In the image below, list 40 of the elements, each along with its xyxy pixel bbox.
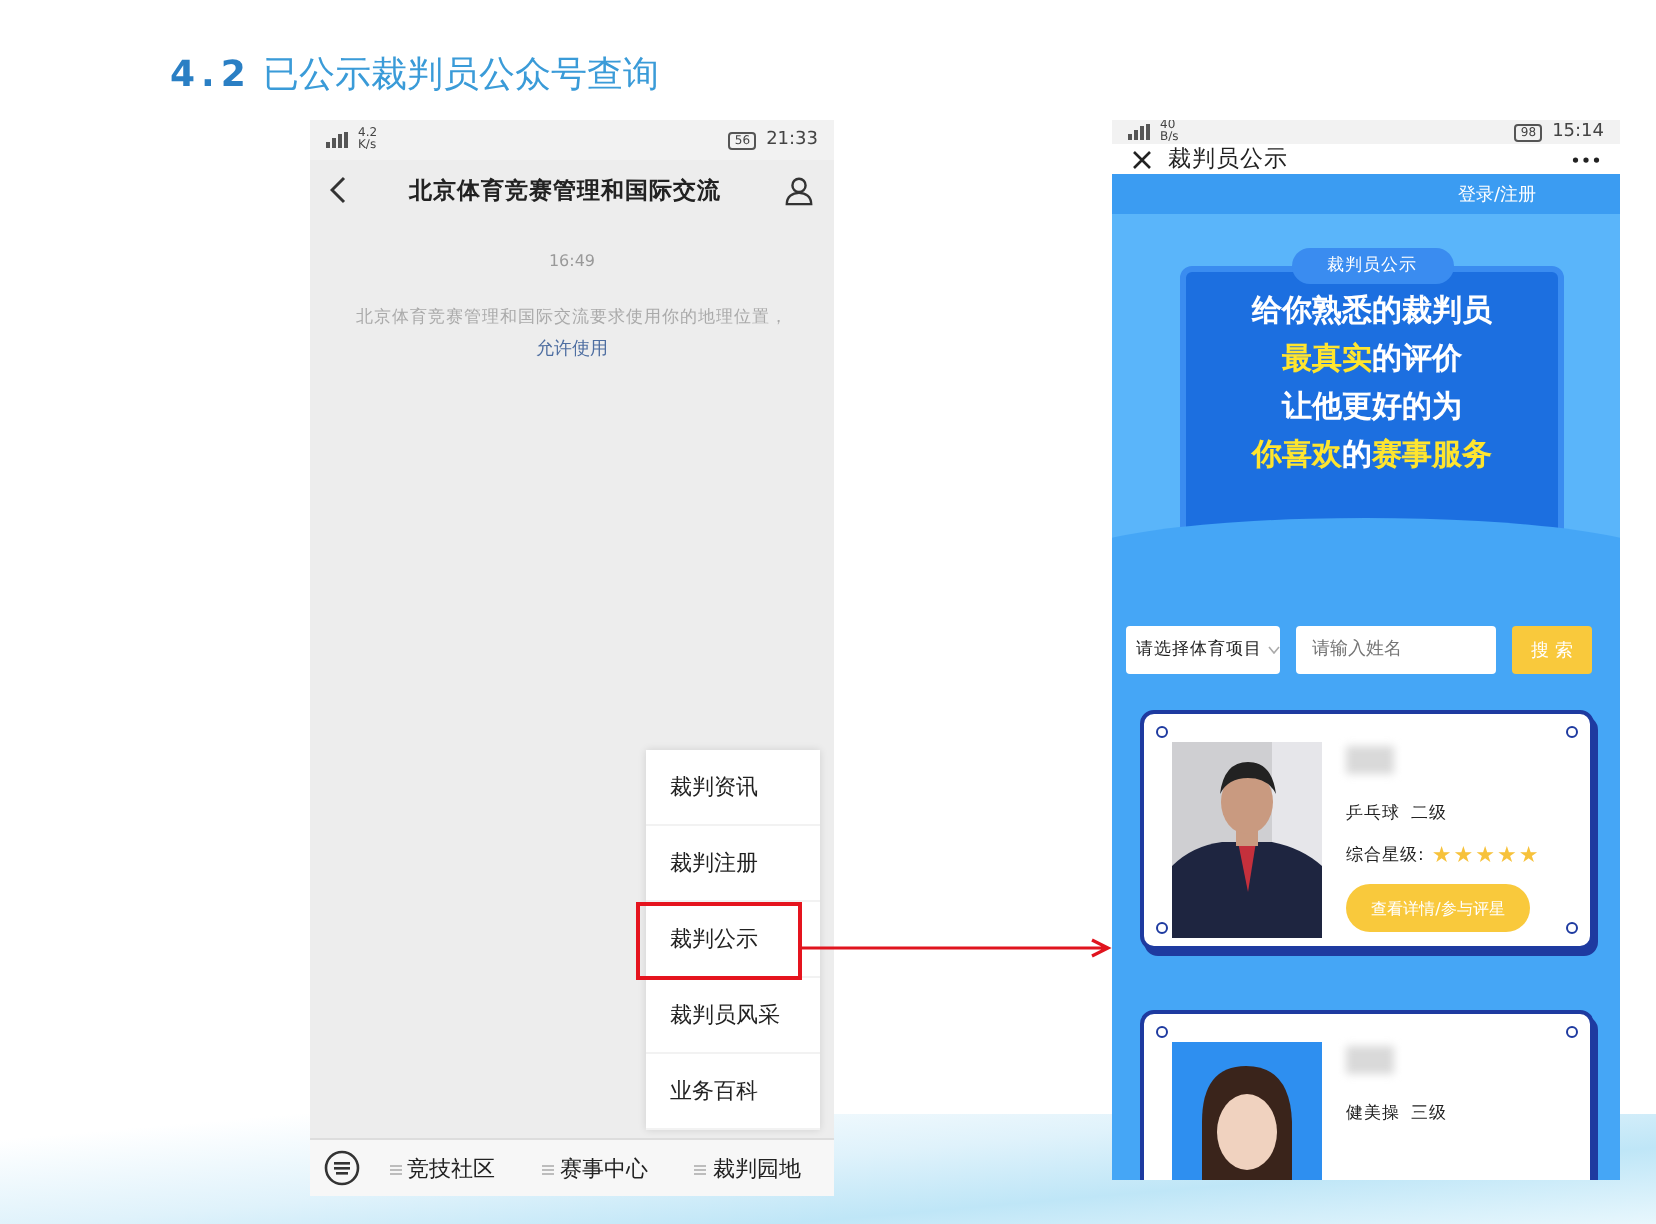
slogan-line: 你喜欢的赛事服务 (1252, 434, 1492, 476)
blurred-name (1346, 1046, 1394, 1074)
keyboard-icon[interactable] (324, 1150, 360, 1186)
clock: 21:33 (766, 130, 818, 150)
sport-level: 乒乓球 二级 (1346, 802, 1449, 826)
menu-item[interactable]: 裁判员风采 (646, 978, 820, 1054)
slogan-line: 最真实的评价 (1282, 338, 1462, 380)
menu-item[interactable]: 裁判公示 (646, 902, 820, 978)
star-rating: ★★★★★ (1431, 842, 1539, 868)
rating-label: 综合星级: (1346, 843, 1424, 867)
menu-icon (694, 1163, 707, 1175)
more-icon[interactable] (1572, 155, 1600, 163)
signal-icon (1128, 124, 1150, 140)
slogan-line: 让他更好的为 (1282, 386, 1462, 428)
menu-icon (389, 1163, 402, 1175)
menu-item[interactable]: 业务百科 (646, 1054, 820, 1130)
caret-icon (1268, 646, 1280, 654)
banner-tag: 裁判员公示 (1291, 248, 1453, 284)
chat-title: 北京体育竞赛管理和国际交流 (406, 175, 723, 205)
page-title: 裁判员公示 (1168, 144, 1288, 174)
menu-item[interactable]: 裁判资讯 (646, 750, 820, 826)
profile-icon[interactable] (784, 175, 814, 205)
name-field[interactable]: 请输入姓名 (1296, 626, 1496, 674)
menu-icon (541, 1163, 554, 1175)
slogan-line: 给你熟悉的裁判员 (1252, 290, 1492, 332)
system-message: 北京体育竞赛管理和国际交流要求使用你的地理位置， (354, 306, 790, 330)
blurred-name (1346, 746, 1394, 774)
signal-icon (326, 132, 348, 148)
allow-link[interactable]: 允许使用 (536, 336, 608, 362)
menu-item[interactable]: 裁判注册 (646, 826, 820, 902)
menu-tab[interactable]: 竞技社区 (372, 1153, 513, 1183)
menu-tab[interactable]: 赛事中心 (524, 1153, 666, 1183)
sport-level: 健美操 三级 (1346, 1102, 1447, 1126)
clock: 15:14 (1552, 122, 1604, 142)
close-icon[interactable] (1132, 149, 1152, 169)
sport-select[interactable]: 请选择体育项目 (1126, 626, 1280, 674)
timestamp: 16:49 (546, 252, 598, 270)
back-icon[interactable] (330, 176, 346, 204)
slide-title: 4.2 已公示裁判员公众号查询 (170, 52, 660, 98)
menu-tab[interactable]: 裁判园地 (677, 1153, 818, 1183)
